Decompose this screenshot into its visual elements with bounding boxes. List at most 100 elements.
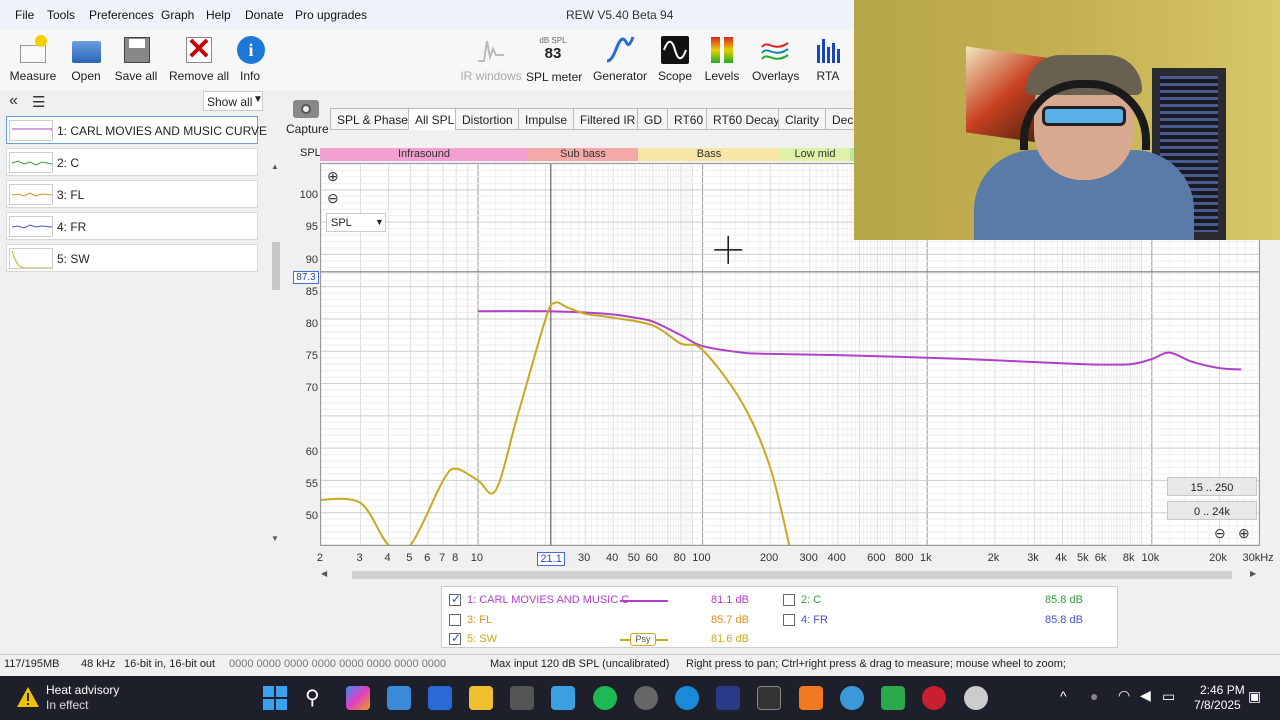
tray-chevron-icon[interactable]: ^ <box>1060 688 1067 704</box>
vlc-icon[interactable] <box>799 686 823 710</box>
zoom-in-icon[interactable]: ⊕ <box>1238 525 1250 542</box>
file-explorer-icon[interactable] <box>469 686 493 710</box>
app-icon[interactable] <box>964 686 988 710</box>
start-icon[interactable] <box>263 686 287 710</box>
legend-checkbox-1[interactable] <box>449 592 461 606</box>
overlays-button[interactable]: Overlays <box>752 30 799 90</box>
generator-button[interactable]: Generator <box>592 30 648 90</box>
app-icon[interactable] <box>881 686 905 710</box>
battery-icon[interactable]: ▭ <box>1162 688 1175 705</box>
store-icon[interactable] <box>428 686 452 710</box>
wifi-icon[interactable]: ◠ <box>1118 687 1130 704</box>
terminal-icon[interactable] <box>757 686 781 710</box>
rta-button[interactable]: RTA <box>812 30 844 90</box>
weather-title[interactable]: Heat advisory <box>46 683 119 697</box>
warning-icon[interactable] <box>16 686 40 708</box>
scroll-left-icon[interactable]: ◀ <box>321 569 327 578</box>
legend-checkbox-5[interactable] <box>449 631 461 645</box>
measurement-row-5[interactable]: 5: SW <box>6 244 258 272</box>
scrollbar-thumb[interactable] <box>272 242 280 290</box>
rew-icon[interactable] <box>716 686 740 710</box>
tab-decay[interactable]: Deca <box>825 108 855 130</box>
save-all-button[interactable]: Save all <box>114 30 158 90</box>
tab-distortion[interactable]: Distortion <box>455 108 520 130</box>
microphone-icon[interactable]: ● <box>1090 688 1098 704</box>
open-button[interactable]: Open <box>66 30 106 90</box>
levels-button[interactable]: Levels <box>704 30 740 90</box>
spl-meter-icon: dB SPL 83 <box>538 36 568 66</box>
show-all-dropdown[interactable]: Show all ▼ <box>203 91 263 111</box>
ir-windows-button[interactable]: IR windows <box>460 30 522 90</box>
measurement-row-4[interactable]: 4: FR <box>6 212 258 240</box>
generator-icon <box>605 35 635 65</box>
tab-impulse[interactable]: Impulse <box>518 108 575 130</box>
volume-icon[interactable]: ◀ <box>1140 687 1151 704</box>
remove-all-button[interactable]: ✕ Remove all <box>168 30 230 90</box>
legend-checkbox-4[interactable] <box>783 614 795 626</box>
weather-subtitle[interactable]: In effect <box>46 698 88 712</box>
menu-graph[interactable]: Graph <box>161 8 194 22</box>
graph-horizontal-scrollbar[interactable]: ◀ ▶ <box>320 569 1260 581</box>
scrollbar-thumb[interactable] <box>352 571 1232 579</box>
menu-pro-upgrades[interactable]: Pro upgrades <box>295 8 367 22</box>
measurement-thumbnail <box>9 216 53 237</box>
tab-filtered-ir[interactable]: Filtered IR <box>573 108 643 130</box>
menu-help[interactable]: Help <box>206 8 231 22</box>
x-tick: 10 <box>470 552 484 564</box>
measurement-row-2[interactable]: 2: C <box>6 148 258 176</box>
scope-button[interactable]: Scope <box>656 30 694 90</box>
tab-clarity[interactable]: Clarity <box>778 108 827 130</box>
measurement-row-3[interactable]: 3: FL <box>6 180 258 208</box>
tab-rt60-decay[interactable]: RT60 Decay <box>706 108 787 130</box>
app-icon[interactable] <box>840 686 864 710</box>
x-tick: 2 <box>316 552 324 564</box>
tab-spl-phase[interactable]: SPL & Phase <box>330 108 415 130</box>
chrome-icon[interactable] <box>634 686 658 710</box>
notepad-icon[interactable] <box>551 686 575 710</box>
zoom-in-icon[interactable]: ⊕ <box>327 168 339 185</box>
mouse-hint: Right press to pan; Ctrl+right press & d… <box>686 658 1066 670</box>
y-tick: 100 <box>299 189 318 201</box>
io-status-hex: 0000 0000 0000 0000 0000 0000 0000 0000 <box>229 658 447 670</box>
collapse-icon[interactable]: « <box>9 92 18 110</box>
x-tick: 20k <box>1209 552 1227 564</box>
menu-tools[interactable]: Tools <box>47 8 75 22</box>
notification-icon[interactable]: ▣ <box>1248 688 1261 705</box>
measurements-panel: « ☰ Show all ▼ 1: CARL MOVIES AND MUSIC … <box>0 90 285 650</box>
spotify-icon[interactable] <box>593 686 617 710</box>
x-range-button[interactable]: 0 .. 24k <box>1167 501 1257 520</box>
spl-meter-button[interactable]: dB SPL 83 SPL meter <box>526 30 582 90</box>
calculator-icon[interactable] <box>510 686 534 710</box>
legend-checkbox-2[interactable] <box>783 594 795 606</box>
list-scrollbar[interactable]: ▲ ▼ <box>271 162 281 543</box>
clock-time[interactable]: 2:46 PM <box>1200 683 1245 697</box>
info-button[interactable]: i Info <box>236 30 265 90</box>
measurement-row-1[interactable]: 1: CARL MOVIES AND MUSIC CURVE <box>6 116 267 144</box>
menu-donate[interactable]: Donate <box>245 8 284 22</box>
widgets-icon[interactable] <box>387 686 411 710</box>
tab-rt60[interactable]: RT60 <box>667 108 711 130</box>
zoom-out-icon[interactable]: ⊖ <box>1214 525 1226 542</box>
hamburger-menu-icon[interactable]: ☰ <box>32 93 45 111</box>
copilot-icon[interactable] <box>346 686 370 710</box>
x-tick: 400 <box>827 552 846 564</box>
edge-icon[interactable] <box>675 686 699 710</box>
tab-gd[interactable]: GD <box>637 108 669 130</box>
measure-button[interactable]: Measure <box>8 30 58 90</box>
scroll-up-icon[interactable]: ▲ <box>271 162 279 171</box>
legend-checkbox-3[interactable] <box>449 614 461 626</box>
menu-preferences[interactable]: Preferences <box>89 8 154 22</box>
tab-all-spl[interactable]: All SPL <box>408 108 462 130</box>
clock-date[interactable]: 7/8/2025 <box>1194 698 1241 712</box>
scroll-down-icon[interactable]: ▼ <box>271 534 279 543</box>
search-icon[interactable]: ⚲ <box>305 685 320 710</box>
zoom-out-icon[interactable]: ⊖ <box>327 190 339 207</box>
menu-file[interactable]: File <box>15 8 34 22</box>
app-icon[interactable] <box>922 686 946 710</box>
graph-type-dropdown[interactable]: SPL ▼ <box>326 213 386 232</box>
scroll-right-icon[interactable]: ▶ <box>1250 569 1256 578</box>
y-tick: 85 <box>305 286 318 298</box>
y-range-button[interactable]: 15 .. 250 <box>1167 477 1257 496</box>
capture-button[interactable]: Capture <box>286 98 329 140</box>
save-icon <box>121 35 151 65</box>
